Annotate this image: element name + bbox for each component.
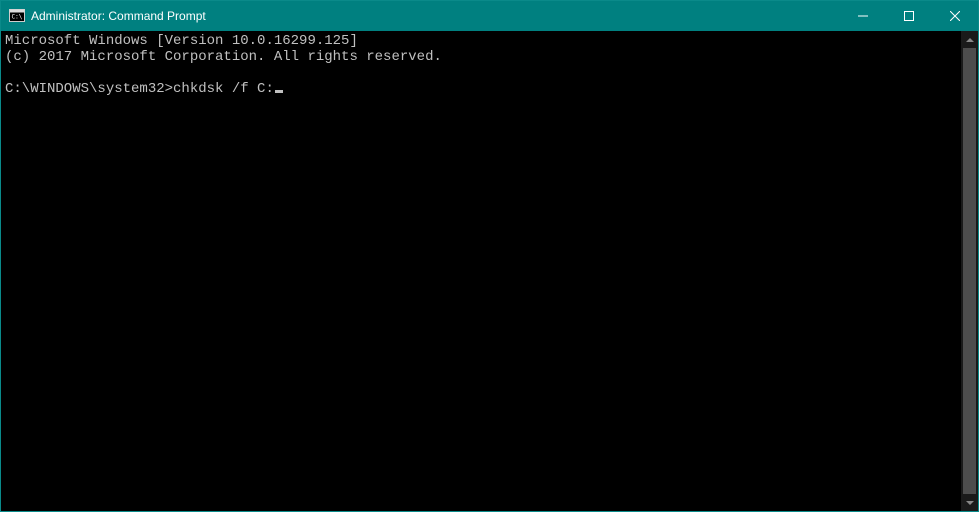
content-area: Microsoft Windows [Version 10.0.16299.12… (1, 31, 978, 511)
close-button[interactable] (932, 1, 978, 31)
window-controls (840, 1, 978, 31)
minimize-button[interactable] (840, 1, 886, 31)
scroll-down-arrow[interactable] (961, 494, 978, 511)
vertical-scrollbar[interactable] (961, 31, 978, 511)
terminal-output[interactable]: Microsoft Windows [Version 10.0.16299.12… (1, 31, 961, 511)
svg-text:C:\: C:\ (12, 14, 23, 21)
cursor (275, 90, 283, 93)
version-line: Microsoft Windows [Version 10.0.16299.12… (5, 33, 358, 49)
command-text: chkdsk /f C: (173, 81, 274, 97)
scroll-thumb[interactable] (963, 48, 976, 494)
maximize-button[interactable] (886, 1, 932, 31)
titlebar[interactable]: C:\ Administrator: Command Prompt (1, 1, 978, 31)
window-title: Administrator: Command Prompt (31, 9, 206, 23)
prompt-line: C:\WINDOWS\system32>chkdsk /f C: (5, 81, 283, 97)
cmd-icon: C:\ (9, 8, 25, 24)
copyright-line: (c) 2017 Microsoft Corporation. All righ… (5, 49, 442, 65)
scroll-up-arrow[interactable] (961, 31, 978, 48)
cmd-window: C:\ Administrator: Command Prompt Micros… (0, 0, 979, 512)
scroll-track[interactable] (961, 48, 978, 494)
prompt-text: C:\WINDOWS\system32> (5, 81, 173, 97)
